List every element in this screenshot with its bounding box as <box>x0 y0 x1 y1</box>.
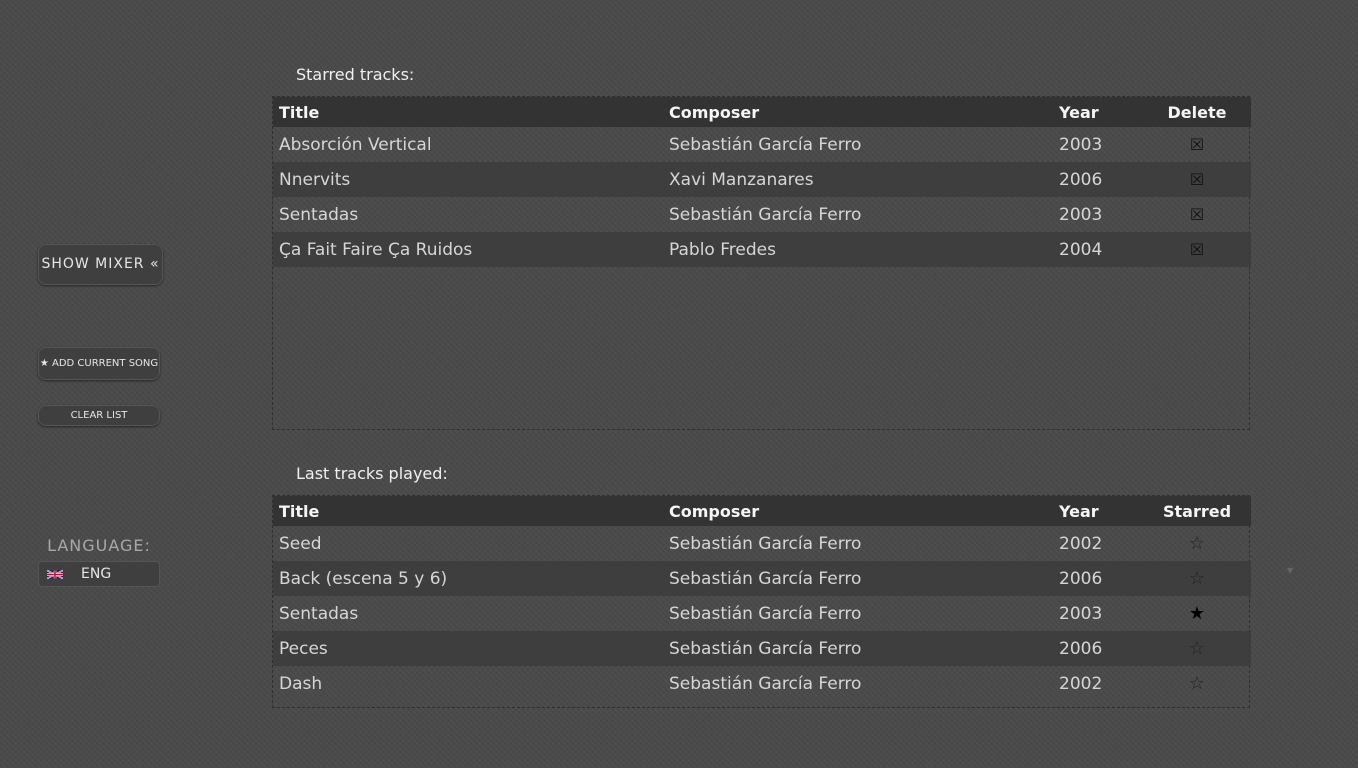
star-icon[interactable]: ★ <box>1189 603 1205 624</box>
delete-icon[interactable]: ☒ <box>1190 135 1204 154</box>
show-mixer-button[interactable]: SHOW MIXER « <box>38 244 163 285</box>
track-year: 2003 <box>1059 603 1103 624</box>
track-year: 2002 <box>1059 533 1103 554</box>
table-row[interactable]: Ça Fait Faire Ça Ruidos Pablo Fredes 200… <box>273 232 1251 267</box>
delete-cell: ☒ <box>1143 197 1251 232</box>
track-composer: Sebastián García Ferro <box>669 673 862 694</box>
table-row[interactable]: Back (escena 5 y 6) Sebastián García Fer… <box>273 561 1251 596</box>
column-header-composer[interactable]: Composer <box>663 97 1053 127</box>
delete-cell: ☒ <box>1143 232 1251 267</box>
track-title: Absorción Vertical <box>279 134 432 155</box>
language-selector[interactable]: ENG <box>38 561 160 587</box>
track-composer: Pablo Fredes <box>669 239 776 260</box>
star-icon[interactable]: ☆ <box>1189 533 1205 554</box>
add-current-song-button[interactable]: ★ ADD CURRENT SONG <box>38 347 160 380</box>
track-title: Ça Fait Faire Ça Ruidos <box>279 239 473 260</box>
track-year: 2003 <box>1059 204 1103 225</box>
track-year: 2004 <box>1059 239 1103 260</box>
table-row[interactable]: Nnervits Xavi Manzanares 2006 ☒ <box>273 162 1251 197</box>
column-header-composer[interactable]: Composer <box>663 496 1053 526</box>
star-icon[interactable]: ☆ <box>1189 568 1205 589</box>
starred-cell: ☆ <box>1143 526 1251 561</box>
track-year: 2006 <box>1059 568 1103 589</box>
table-header-row: Title Composer Year Starred <box>273 496 1251 526</box>
starred-cell: ☆ <box>1143 666 1251 701</box>
track-title: Sentadas <box>279 603 359 624</box>
last-tracks-heading: Last tracks played: <box>296 464 448 483</box>
track-title: Dash <box>279 673 323 694</box>
track-composer: Xavi Manzanares <box>669 169 814 190</box>
track-composer: Sebastián García Ferro <box>669 603 862 624</box>
track-composer: Sebastián García Ferro <box>669 204 862 225</box>
language-value: ENG <box>81 566 112 582</box>
starred-cell: ☆ <box>1143 631 1251 666</box>
column-header-year[interactable]: Year <box>1053 496 1143 526</box>
star-icon[interactable]: ☆ <box>1189 673 1205 694</box>
column-header-title[interactable]: Title <box>273 496 663 526</box>
column-header-starred: Starred <box>1162 501 1232 521</box>
delete-icon[interactable]: ☒ <box>1190 205 1204 224</box>
chevron-down-icon: ▼ <box>1287 566 1294 575</box>
track-title: Peces <box>279 638 328 659</box>
last-tracks-panel: Title Composer Year Starred Seed Sebasti… <box>272 495 1251 708</box>
track-composer: Sebastián García Ferro <box>669 533 862 554</box>
delete-cell: ☒ <box>1143 162 1251 197</box>
track-composer: Sebastián García Ferro <box>669 134 862 155</box>
track-year: 2006 <box>1059 169 1103 190</box>
starred-cell: ☆ <box>1143 561 1251 596</box>
table-row[interactable]: Dash Sebastián García Ferro 2002 ☆ <box>273 666 1251 701</box>
starred-cell: ★ <box>1143 596 1251 631</box>
starred-tracks-heading: Starred tracks: <box>296 65 415 84</box>
column-header-title[interactable]: Title <box>273 97 663 127</box>
column-header-year[interactable]: Year <box>1053 97 1143 127</box>
table-header-row: Title Composer Year Delete <box>273 97 1251 127</box>
table-row[interactable]: Sentadas Sebastián García Ferro 2003 ☒ <box>273 197 1251 232</box>
uk-flag-icon <box>47 569 63 579</box>
delete-cell: ☒ <box>1143 127 1251 162</box>
table-row[interactable]: Sentadas Sebastián García Ferro 2003 ★ <box>273 596 1251 631</box>
track-title: Nnervits <box>279 169 351 190</box>
column-header-delete: Delete <box>1167 102 1227 122</box>
track-year: 2002 <box>1059 673 1103 694</box>
starred-tracks-table: Title Composer Year Delete Absorción Ver… <box>273 97 1251 267</box>
star-icon[interactable]: ☆ <box>1189 638 1205 659</box>
table-row[interactable]: Peces Sebastián García Ferro 2006 ☆ <box>273 631 1251 666</box>
language-label: LANGUAGE: <box>47 536 151 555</box>
track-title: Sentadas <box>279 204 359 225</box>
clear-list-button[interactable]: CLEAR LIST <box>38 405 160 426</box>
table-row[interactable]: Absorción Vertical Sebastián García Ferr… <box>273 127 1251 162</box>
track-year: 2006 <box>1059 638 1103 659</box>
starred-tracks-panel: Title Composer Year Delete Absorción Ver… <box>272 96 1251 430</box>
track-composer: Sebastián García Ferro <box>669 638 862 659</box>
track-composer: Sebastián García Ferro <box>669 568 862 589</box>
delete-icon[interactable]: ☒ <box>1190 240 1204 259</box>
track-title: Seed <box>279 533 322 554</box>
delete-icon[interactable]: ☒ <box>1190 170 1204 189</box>
table-row[interactable]: Seed Sebastián García Ferro 2002 ☆ <box>273 526 1251 561</box>
track-year: 2003 <box>1059 134 1103 155</box>
track-title: Back (escena 5 y 6) <box>279 568 448 589</box>
last-tracks-table: Title Composer Year Starred Seed Sebasti… <box>273 496 1251 701</box>
